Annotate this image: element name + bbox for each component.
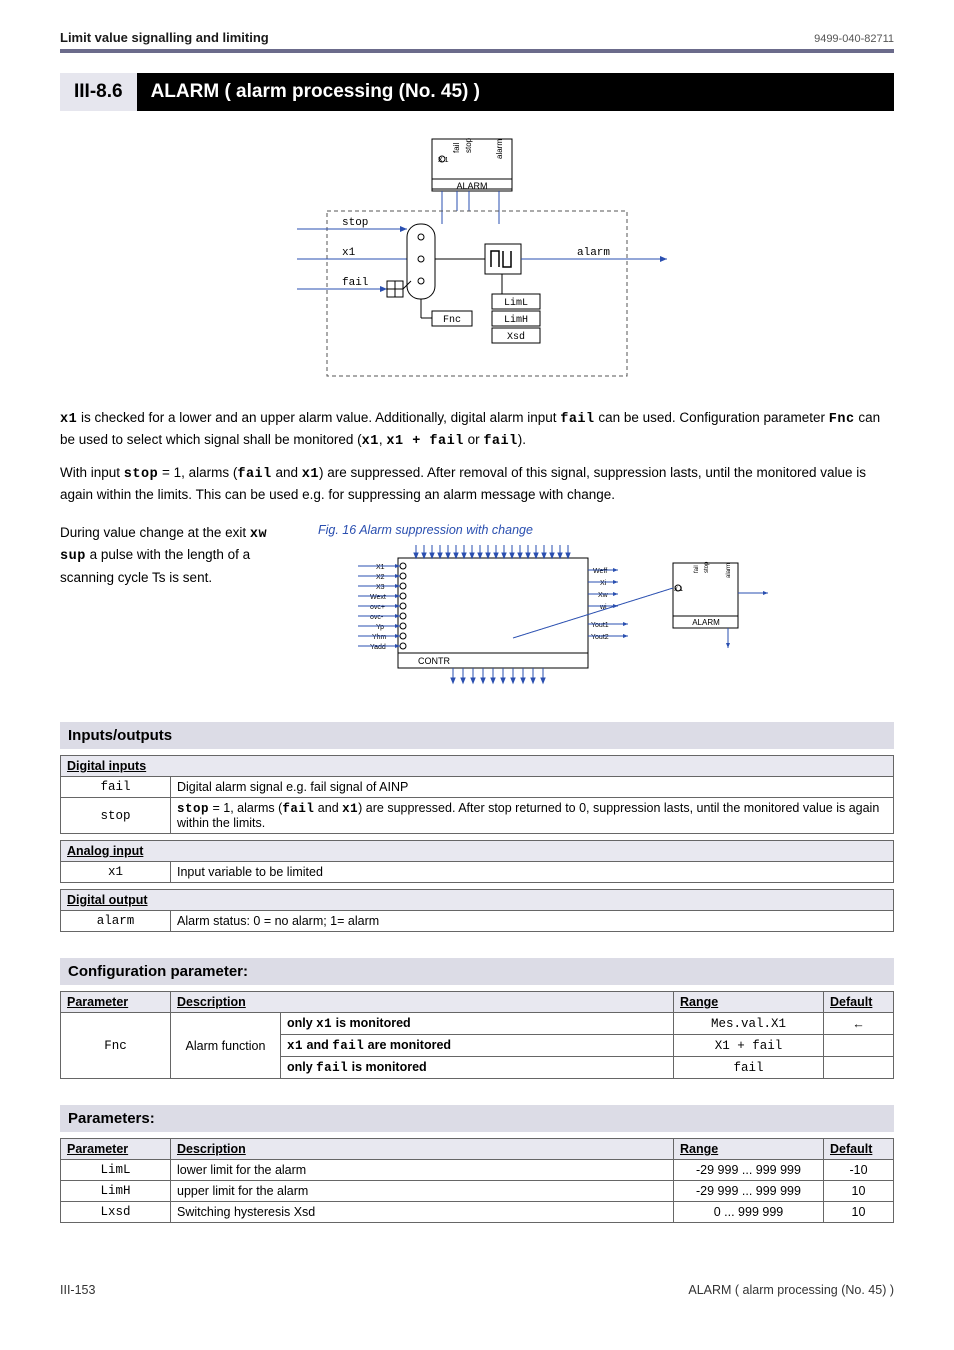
paragraph-1: x1 is checked for a lower and an upper a… (60, 408, 894, 453)
svg-text:x1: x1 (342, 247, 356, 259)
svg-text:alarm: alarm (726, 563, 732, 578)
table-row: Lxsd Switching hysteresis Xsd 0 ... 999 … (61, 1202, 894, 1223)
svg-text:stop: stop (704, 561, 710, 573)
svg-text:LimH: LimH (504, 314, 528, 326)
svg-text:LimL: LimL (504, 297, 528, 309)
header-right: 9499-040-82711 (814, 33, 894, 45)
svg-text:ovc-: ovc- (370, 614, 384, 621)
svg-text:CONTR: CONTR (418, 656, 450, 666)
fig16-row: During value change at the exit xw sup a… (60, 523, 894, 696)
svg-text:Weff: Weff (593, 568, 607, 575)
table-row: fail Digital alarm signal e.g. fail sign… (61, 777, 894, 798)
table-row: x1 Input variable to be limited (61, 862, 894, 883)
svg-text:X.1: X.1 (674, 587, 684, 593)
digital-output-header: Digital output (61, 890, 894, 911)
analog-input-header: Analog input (61, 841, 894, 862)
params-heading: Parameters: (60, 1105, 894, 1132)
table-row: alarm Alarm status: 0 = no alarm; 1= ala… (61, 911, 894, 932)
section-title: ALARM ( alarm processing (No. 45) ) (137, 73, 894, 111)
config-heading: Configuration parameter: (60, 958, 894, 985)
table-row: stop stop = 1, alarms (fail and x1) are … (61, 798, 894, 834)
digital-output-table: Digital output alarm Alarm status: 0 = n… (60, 889, 894, 932)
svg-text:Xi: Xi (600, 580, 607, 587)
svg-text:Xw: Xw (598, 592, 609, 599)
svg-text:Yout1: Yout1 (591, 622, 609, 629)
svg-text:fail: fail (694, 565, 700, 573)
svg-text:alarm: alarm (495, 139, 504, 159)
diagram-fig16: CONTR X1 X2 X3 Wext ovc+ ovc- Yp Yhm Yad… (318, 543, 798, 693)
section-number: III-8.6 (60, 73, 137, 111)
svg-text:alarm: alarm (577, 247, 610, 259)
diagram-alarm-block: ALARM fail stop alarm X.1 stop x1 fail (60, 129, 894, 392)
svg-text:X1: X1 (376, 564, 385, 571)
footer-right: ALARM ( alarm processing (No. 45) ) (688, 1283, 894, 1297)
svg-text:Wext: Wext (370, 594, 386, 601)
section-heading: III-8.6 ALARM ( alarm processing (No. 45… (60, 73, 894, 111)
digital-inputs-table: Digital inputs fail Digital alarm signal… (60, 755, 894, 834)
svg-text:fail: fail (342, 277, 368, 289)
fig16-caption: Fig. 16 Alarm suppression with change (318, 523, 894, 537)
fig16-sidetext: During value change at the exit xw sup a… (60, 523, 300, 588)
page-footer: III-153 ALARM ( alarm processing (No. 45… (60, 1283, 894, 1297)
svg-text:ALARM: ALARM (692, 618, 720, 627)
params-table: Parameter Description Range Default LimL… (60, 1138, 894, 1223)
table-row: LimL lower limit for the alarm -29 999 .… (61, 1160, 894, 1181)
paragraph-2: With input stop = 1, alarms (fail and x1… (60, 463, 894, 506)
svg-text:Yp: Yp (376, 624, 384, 631)
svg-text:Yout2: Yout2 (591, 634, 609, 641)
svg-text:X.1: X.1 (438, 157, 449, 164)
svg-text:Yadd: Yadd (370, 644, 386, 651)
svg-text:X3: X3 (376, 584, 385, 591)
digital-inputs-header: Digital inputs (61, 756, 894, 777)
footer-left: III-153 (60, 1283, 95, 1297)
svg-text:X2: X2 (376, 574, 385, 581)
analog-input-table: Analog input x1 Input variable to be lim… (60, 840, 894, 883)
svg-text:Fnc: Fnc (443, 315, 461, 326)
io-heading: Inputs/outputs (60, 722, 894, 749)
svg-text:fail: fail (452, 143, 461, 153)
config-table: Parameter Description Range Default Fnc … (60, 991, 894, 1079)
svg-text:Xsd: Xsd (507, 331, 525, 343)
svg-text:ovc+: ovc+ (370, 604, 385, 611)
header-bar: Limit value signalling and limiting 9499… (60, 0, 894, 53)
svg-text:stop: stop (464, 137, 473, 153)
svg-text:Yhm: Yhm (372, 634, 387, 641)
alarm-box-label: ALARM (456, 181, 487, 191)
table-row: Fnc Alarm function only x1 is monitored … (61, 1013, 894, 1035)
table-row: LimH upper limit for the alarm -29 999 .… (61, 1181, 894, 1202)
svg-text:stop: stop (342, 217, 368, 229)
header-left: Limit value signalling and limiting (60, 30, 269, 45)
